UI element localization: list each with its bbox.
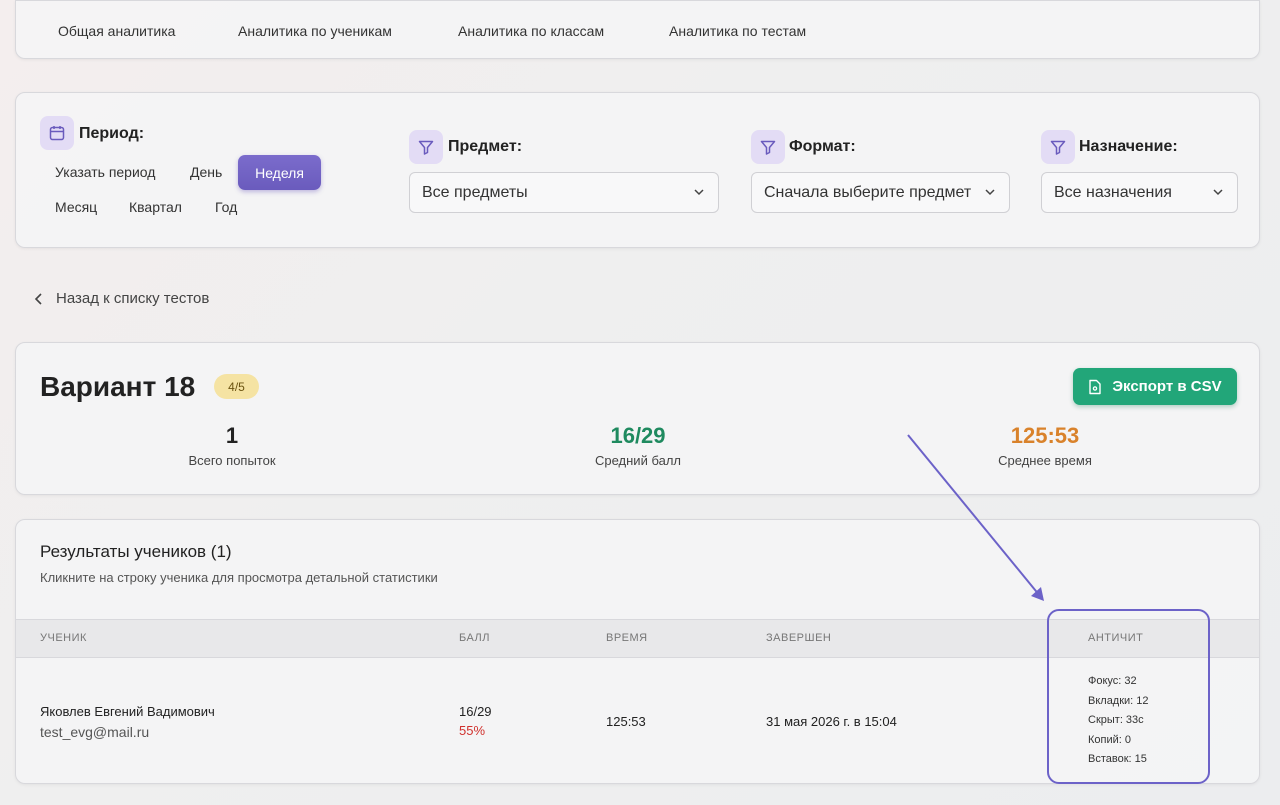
test-summary-card: Вариант 18 4/5 Экспорт в CSV 1 Всего поп… [15,342,1260,495]
filters-panel: Период: Указать период День Неделя Месяц… [15,92,1260,248]
stat-value: 125:53 [1010,423,1080,448]
column-header-score: БАЛЛ [459,632,490,644]
table-row[interactable]: Яковлев Евгений Вадимович test_evg@mail.… [16,659,1259,783]
period-year-button[interactable]: Год [215,199,237,215]
export-csv-button[interactable]: Экспорт в CSV [1073,368,1237,405]
format-select-value: Сначала выберите предмет [764,183,972,201]
column-header-time: ВРЕМЯ [606,632,648,644]
anticheat-stats: Фокус: 32 Вкладки: 12 Скрыт: 33с Копий: … [1088,672,1149,770]
period-day-button[interactable]: День [190,164,222,180]
student-time: 125:53 [606,714,646,729]
stat-total-attempts: 1 Всего попыток [132,423,332,468]
column-header-finished: ЗАВЕРШЕН [766,632,832,644]
format-label: Формат: [789,138,856,155]
stat-label: Среднее время [998,453,1092,468]
table-header: УЧЕНИК БАЛЛ ВРЕМЯ ЗАВЕРШЕН АНТИЧИТ [16,619,1259,658]
results-subtitle: Кликните на строку ученика для просмотра… [40,570,438,585]
tab-general-analytics[interactable]: Общая аналитика [58,23,175,39]
page-title: Вариант 18 [40,371,196,402]
filter-icon [751,130,785,164]
anticheat-hidden: Скрыт: 33с [1088,714,1144,726]
chevron-down-icon [694,189,704,196]
subject-label: Предмет: [448,138,523,155]
period-week-button[interactable]: Неделя [238,155,321,190]
column-header-student: УЧЕНИК [40,632,87,644]
chevron-down-icon [1213,189,1223,196]
period-label: Период: [79,125,145,142]
subject-select-value: Все предметы [422,183,528,201]
anticheat-pastes: Вставок: 15 [1088,753,1147,765]
stat-value: 16/29 [610,423,666,448]
status-badge: 4/5 [214,374,259,399]
tab-classes-analytics[interactable]: Аналитика по классам [458,23,604,39]
column-header-anticheat: АНТИЧИТ [1088,632,1144,644]
student-finished-date: 31 мая 2026 г. в 15:04 [766,714,897,729]
chevron-left-icon [34,292,42,305]
calendar-icon [40,116,74,150]
analytics-tabs-bar: Общая аналитика Аналитика по ученикам Ан… [15,0,1260,59]
period-custom-button[interactable]: Указать период [55,164,155,180]
file-icon [1089,379,1102,394]
stat-label: Всего попыток [188,453,276,468]
results-title: Результаты учеников (1) [40,542,232,561]
back-to-tests-link[interactable]: Назад к списку тестов [34,290,209,307]
anticheat-focus: Фокус: 32 [1088,675,1137,687]
filter-icon [409,130,443,164]
stat-average-score: 16/29 Средний балл [538,423,738,468]
filter-icon [1041,130,1075,164]
anticheat-tabs: Вкладки: 12 [1088,694,1149,707]
student-results-card: Результаты учеников (1) Кликните на стро… [15,519,1260,784]
export-csv-label: Экспорт в CSV [1112,378,1222,395]
student-score: 16/29 [459,704,492,719]
tab-tests-analytics[interactable]: Аналитика по тестам [669,23,806,39]
assignment-select-value: Все назначения [1054,183,1172,201]
assignment-label: Назначение: [1079,138,1178,155]
chevron-down-icon [985,189,995,196]
format-select[interactable]: Сначала выберите предмет [751,172,1010,213]
subject-select[interactable]: Все предметы [409,172,719,213]
assignment-select[interactable]: Все назначения [1041,172,1238,213]
tab-students-analytics[interactable]: Аналитика по ученикам [238,23,392,39]
student-name: Яковлев Евгений Вадимович [40,704,215,719]
student-email: test_evg@mail.ru [40,724,150,740]
stat-label: Средний балл [594,453,681,468]
back-link-label: Назад к списку тестов [56,290,210,307]
period-quarter-button[interactable]: Квартал [129,199,182,215]
anticheat-copies: Копий: 0 [1088,733,1132,746]
student-score-percent: 55% [459,723,486,738]
stat-value: 1 [225,423,239,448]
stat-average-time: 125:53 Среднее время [945,423,1145,468]
period-month-button[interactable]: Месяц [55,199,97,215]
